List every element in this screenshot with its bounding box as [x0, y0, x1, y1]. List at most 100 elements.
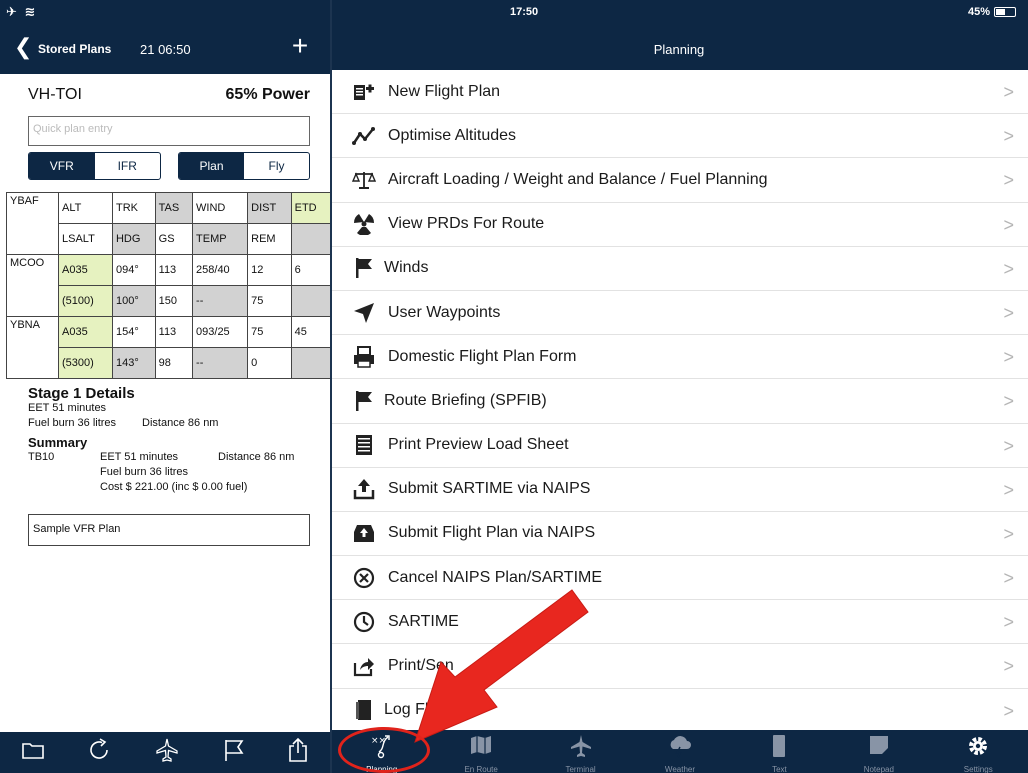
menu-item-optimise-altitudes[interactable]: Optimise Altitudes >: [332, 114, 1028, 159]
menu-item-label: Aircraft Loading / Weight and Balance / …: [388, 170, 768, 188]
airplane-icon[interactable]: [154, 737, 180, 768]
menu-item-submit-sartime[interactable]: Submit SARTIME via NAIPS >: [332, 468, 1028, 512]
menu-item-winds[interactable]: Winds >: [332, 247, 1028, 291]
chevron-right-icon: >: [1003, 170, 1014, 191]
table-cell: --: [192, 285, 249, 317]
back-chevron-icon[interactable]: ❮: [14, 36, 32, 58]
table-cell: 150: [154, 285, 194, 317]
tab-terminal[interactable]: Terminal: [531, 730, 630, 773]
status-time: 17:50: [510, 6, 539, 18]
menu-item-label: Log Fli: [384, 701, 433, 719]
menu-item-cancel-naips[interactable]: Cancel NAIPS Plan/SARTIME >: [332, 556, 1028, 601]
tab-text[interactable]: Text: [730, 730, 829, 773]
chevron-right-icon: >: [1003, 302, 1014, 323]
refresh-icon[interactable]: [86, 737, 112, 768]
share-icon[interactable]: [287, 737, 309, 768]
stage-details: Stage 1 Details EET 51 minutes Fuel burn…: [28, 386, 318, 495]
table-cell: 094°: [111, 254, 156, 286]
scale-icon: [350, 166, 378, 194]
table-cell: 98: [154, 347, 194, 379]
chevron-right-icon: >: [1003, 82, 1014, 102]
menu-item-user-waypoints[interactable]: User Waypoints >: [332, 291, 1028, 336]
stage-distance: Distance 86 nm: [142, 417, 219, 429]
summary-distance: Distance 86 nm: [218, 451, 295, 463]
flag-outline-icon[interactable]: [222, 738, 246, 767]
tab-en-route[interactable]: En Route: [431, 730, 530, 773]
menu-item-sartime[interactable]: SARTIME >: [332, 600, 1028, 645]
menu-item-label: Print Preview Load Sheet: [388, 436, 569, 454]
waypoint-cell[interactable]: MCOO: [6, 254, 59, 317]
airplane-icon: [531, 730, 630, 758]
table-cell[interactable]: 258/40: [192, 254, 249, 286]
cancel-circle-icon: [350, 564, 378, 592]
chevron-right-icon: >: [1003, 523, 1014, 544]
power-setting[interactable]: 65% Power: [226, 86, 310, 104]
menu-item-label: Submit Flight Plan via NAIPS: [388, 524, 596, 542]
menu-item-label: Route Briefing (SPFIB): [384, 391, 547, 409]
header-cell: REM: [247, 223, 292, 255]
tab-settings[interactable]: Settings: [929, 730, 1028, 773]
tab-label: Text: [772, 765, 787, 773]
waypoint-cell[interactable]: YBAF: [6, 192, 59, 255]
stage-eet: EET 51 minutes: [28, 402, 107, 414]
tab-notepad[interactable]: Notepad: [829, 730, 928, 773]
menu-item-label: Print/Sen: [388, 657, 454, 675]
menu-item-submit-flight-plan[interactable]: Submit Flight Plan via NAIPS >: [332, 512, 1028, 557]
flight-rules-segment: VFR IFR: [28, 152, 161, 180]
menu-item-new-flight-plan[interactable]: New Flight Plan >: [332, 70, 1028, 115]
annotation-circle: [338, 727, 430, 773]
page-title: Planning: [653, 42, 705, 57]
quick-plan-input[interactable]: Quick plan entry: [28, 116, 310, 146]
vfr-option[interactable]: VFR: [29, 153, 95, 179]
menu-item-aircraft-loading[interactable]: Aircraft Loading / Weight and Balance / …: [332, 158, 1028, 203]
gear-icon: [929, 730, 1028, 758]
book-icon: [350, 696, 378, 724]
back-button[interactable]: Stored Plans: [38, 42, 111, 56]
menu-item-label: SARTIME: [388, 612, 459, 630]
table-cell: 6: [290, 254, 332, 286]
flag-icon: [350, 387, 378, 415]
menu-item-print-preview[interactable]: Print Preview Load Sheet >: [332, 424, 1028, 468]
plan-name-field[interactable]: Sample VFR Plan: [28, 514, 310, 546]
plan-mode-option[interactable]: Plan: [179, 153, 244, 179]
chevron-right-icon: >: [1003, 347, 1014, 368]
chevron-right-icon: >: [1003, 258, 1014, 279]
table-cell: (5300): [58, 347, 113, 379]
plan-time: 21 06:50: [140, 42, 191, 57]
menu-item-log-flight[interactable]: Log Fli >: [332, 689, 1028, 730]
upload-icon: [350, 475, 378, 503]
menu-item-label: New Flight Plan: [388, 82, 501, 100]
table-cell[interactable]: 113: [154, 254, 194, 286]
table-cell[interactable]: 093/25: [192, 316, 249, 348]
aircraft-registration[interactable]: VH-TOI: [28, 86, 82, 104]
header-cell: ETD: [290, 192, 332, 224]
airplane-mode-wifi-icon: ✈ ≋: [6, 4, 38, 19]
header-cell: TRK: [111, 192, 156, 224]
waypoint-cell[interactable]: YBNA: [6, 316, 59, 379]
fly-mode-option[interactable]: Fly: [244, 153, 309, 179]
add-plan-button[interactable]: +: [284, 32, 316, 62]
folder-icon[interactable]: [21, 740, 45, 765]
chevron-right-icon: >: [1003, 214, 1014, 235]
inbox-upload-icon: [350, 519, 378, 547]
table-cell[interactable]: A035: [58, 254, 113, 286]
stage-fuel: Fuel burn 36 litres: [28, 417, 117, 429]
menu-item-domestic-form[interactable]: Domestic Flight Plan Form >: [332, 335, 1028, 380]
stored-plans-nav: ❮ Stored Plans 21 06:50 +: [0, 22, 330, 74]
menu-item-route-briefing[interactable]: Route Briefing (SPFIB) >: [332, 379, 1028, 424]
tab-weather[interactable]: Weather: [630, 730, 729, 773]
menu-item-label: Submit SARTIME via NAIPS: [388, 480, 591, 498]
table-cell[interactable]: 113: [154, 316, 194, 348]
table-cell: [290, 285, 332, 317]
status-bar: ✈ ≋ 17:50 45%: [0, 0, 1028, 22]
pane-divider: [330, 0, 332, 773]
chevron-right-icon: >: [1003, 126, 1014, 147]
table-cell: 75: [247, 316, 292, 348]
stage-title: Stage 1 Details: [28, 385, 135, 402]
ifr-option[interactable]: IFR: [95, 153, 161, 179]
menu-item-print-send[interactable]: Print/Sen >: [332, 644, 1028, 689]
printer-icon: [350, 343, 378, 371]
table-cell[interactable]: A035: [58, 316, 113, 348]
menu-item-label: View PRDs For Route: [388, 215, 545, 233]
menu-item-view-prds[interactable]: View PRDs For Route >: [332, 203, 1028, 247]
